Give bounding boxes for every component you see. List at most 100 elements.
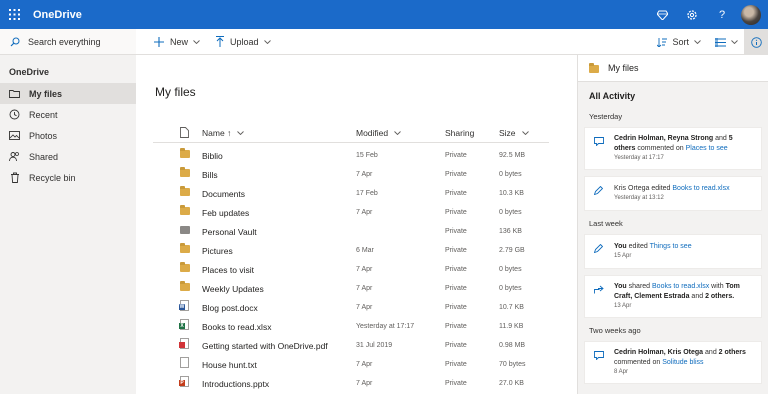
table-row[interactable]: P Introductions.pptx 7 Apr Private 27.0 KB xyxy=(153,374,549,393)
excel-file-icon: X xyxy=(179,319,189,330)
activity-target-link[interactable]: Places to see xyxy=(686,145,728,152)
file-name[interactable]: Introductions.pptx xyxy=(202,379,269,389)
file-sharing: Private xyxy=(445,285,467,292)
comment-icon xyxy=(594,351,604,362)
table-row[interactable]: Getting started with OneDrive.pdf 31 Jul … xyxy=(153,336,549,355)
activity-action: edited xyxy=(651,185,671,192)
activity-card[interactable]: Cedrin Holman, Reyna Strong and 5 others… xyxy=(584,127,762,170)
activity-timestamp: 13 Apr xyxy=(614,303,632,309)
help-icon[interactable]: ? xyxy=(707,0,737,29)
table-row[interactable]: X Books to read.xlsx Yesterday at 17:17 Pri… xyxy=(153,317,549,336)
activity-action: commented on xyxy=(614,359,661,366)
sidebar-item-recent[interactable]: Recent xyxy=(0,104,136,125)
activity-text: and xyxy=(705,349,717,356)
new-button[interactable]: New xyxy=(154,36,200,47)
gear-icon[interactable] xyxy=(677,0,707,29)
file-size: 0.98 MB xyxy=(499,342,526,349)
file-name[interactable]: Getting started with OneDrive.pdf xyxy=(202,341,328,351)
table-row[interactable]: Biblio 15 Feb Private 92.5 MB xyxy=(153,146,549,165)
file-modified: 17 Feb xyxy=(356,190,378,197)
column-header-label: Modified xyxy=(356,127,389,138)
people-icon xyxy=(9,151,20,162)
file-name[interactable]: Blog post.docx xyxy=(202,303,258,313)
table-row[interactable]: Feb updates 7 Apr Private 0 bytes xyxy=(153,203,549,222)
file-sharing: Private xyxy=(445,361,467,368)
waffle-icon[interactable] xyxy=(0,0,29,29)
sort-button[interactable]: Sort xyxy=(657,37,701,47)
activity-card[interactable]: You edited Things to see 15 Apr xyxy=(584,234,762,269)
folder-icon xyxy=(180,243,190,253)
file-name[interactable]: Places to visit xyxy=(202,265,254,275)
file-type-header-icon[interactable] xyxy=(180,127,189,138)
activity-card[interactable]: Cedrin Holman, Kris Otega and 2 others c… xyxy=(584,341,762,384)
table-row[interactable]: Weekly Updates 7 Apr Private 0 bytes xyxy=(153,279,549,298)
file-modified: 7 Apr xyxy=(356,380,373,387)
activity-others: 2 others. xyxy=(705,293,735,300)
file-name[interactable]: Feb updates xyxy=(202,208,249,218)
activity-actor: Cedrin Holman, Kris Otega xyxy=(614,349,704,356)
search-box[interactable]: Search everything xyxy=(0,29,136,55)
column-header-modified[interactable]: Modified xyxy=(356,128,401,138)
file-size: 27.0 KB xyxy=(499,380,524,387)
table-row[interactable]: House hunt.txt 7 Apr Private 70 bytes xyxy=(153,355,549,374)
file-sharing: Private xyxy=(445,247,467,254)
file-size: 0 bytes xyxy=(499,171,522,178)
column-header-label: Name ↑ xyxy=(202,127,232,138)
folder-icon xyxy=(180,281,190,291)
file-name[interactable]: Documents xyxy=(202,189,245,199)
table-row[interactable]: Pictures 6 Mar Private 2.79 GB xyxy=(153,241,549,260)
sidebar-item-shared[interactable]: Shared xyxy=(0,146,136,167)
sidebar-item-recycle-bin[interactable]: Recycle bin xyxy=(0,167,136,188)
search-input[interactable]: Search everything xyxy=(28,37,101,47)
activity-group-label: Last week xyxy=(589,219,623,228)
diamond-icon[interactable] xyxy=(647,0,677,29)
column-header-sharing[interactable]: Sharing xyxy=(445,128,474,138)
file-modified: 7 Apr xyxy=(356,304,373,311)
activity-target-link[interactable]: Solitude bliss xyxy=(662,359,703,366)
sidebar-item-my-files[interactable]: My files xyxy=(0,83,136,104)
table-row[interactable]: W Blog post.docx 7 Apr Private 10.7 KB xyxy=(153,298,549,317)
activity-action: commented on xyxy=(637,145,684,152)
activity-target-link[interactable]: Things to see xyxy=(650,243,692,250)
file-name[interactable]: Biblio xyxy=(202,151,223,161)
activity-target-link[interactable]: Books to read.xlsx xyxy=(672,185,729,192)
file-name[interactable]: Books to read.xlsx xyxy=(202,322,271,332)
app-title[interactable]: OneDrive xyxy=(33,9,82,21)
activity-others: 2 others xyxy=(718,349,746,356)
file-sharing: Private xyxy=(445,266,467,273)
folder-icon xyxy=(9,88,20,99)
activity-timestamp: 8 Apr xyxy=(614,369,629,375)
table-row[interactable]: Personal Vault Private 136 KB xyxy=(153,222,549,241)
activity-group-label: Yesterday xyxy=(589,112,623,121)
file-sharing: Private xyxy=(445,342,467,349)
table-row[interactable]: Documents 17 Feb Private 10.3 KB xyxy=(153,184,549,203)
file-size: 2.79 GB xyxy=(499,247,525,254)
avatar[interactable] xyxy=(741,4,761,25)
file-name[interactable]: House hunt.txt xyxy=(202,360,257,370)
nav-heading[interactable]: OneDrive xyxy=(0,55,136,83)
file-name[interactable]: Bills xyxy=(202,170,218,180)
file-name[interactable]: Personal Vault xyxy=(202,227,257,237)
file-sharing: Private xyxy=(445,304,467,311)
text-file-icon xyxy=(180,357,189,368)
pencil-icon xyxy=(593,185,604,197)
activity-card[interactable]: Kris Ortega edited Books to read.xlsx Ye… xyxy=(584,176,762,211)
activity-target-link[interactable]: Books to read.xlsx xyxy=(652,283,709,290)
upload-button[interactable]: Upload xyxy=(216,36,271,47)
folder-icon xyxy=(589,63,599,73)
view-options-button[interactable] xyxy=(715,37,738,47)
chevron-down-icon xyxy=(521,130,529,135)
sidebar-item-photos[interactable]: Photos xyxy=(0,125,136,146)
activity-card[interactable]: You shared Books to read.xlsx with Tom C… xyxy=(584,275,762,318)
table-row[interactable]: Bills 7 Apr Private 0 bytes xyxy=(153,165,549,184)
details-pane-button[interactable] xyxy=(744,29,768,55)
file-size: 0 bytes xyxy=(499,209,522,216)
details-pane-title: My files xyxy=(608,63,639,73)
photo-icon xyxy=(9,130,20,141)
activity-text: and xyxy=(715,135,727,142)
column-header-name[interactable]: Name ↑ xyxy=(202,127,245,138)
table-row[interactable]: Places to visit 7 Apr Private 0 bytes xyxy=(153,260,549,279)
file-name[interactable]: Pictures xyxy=(202,246,233,256)
column-header-size[interactable]: Size xyxy=(499,128,529,138)
file-name[interactable]: Weekly Updates xyxy=(202,284,264,294)
